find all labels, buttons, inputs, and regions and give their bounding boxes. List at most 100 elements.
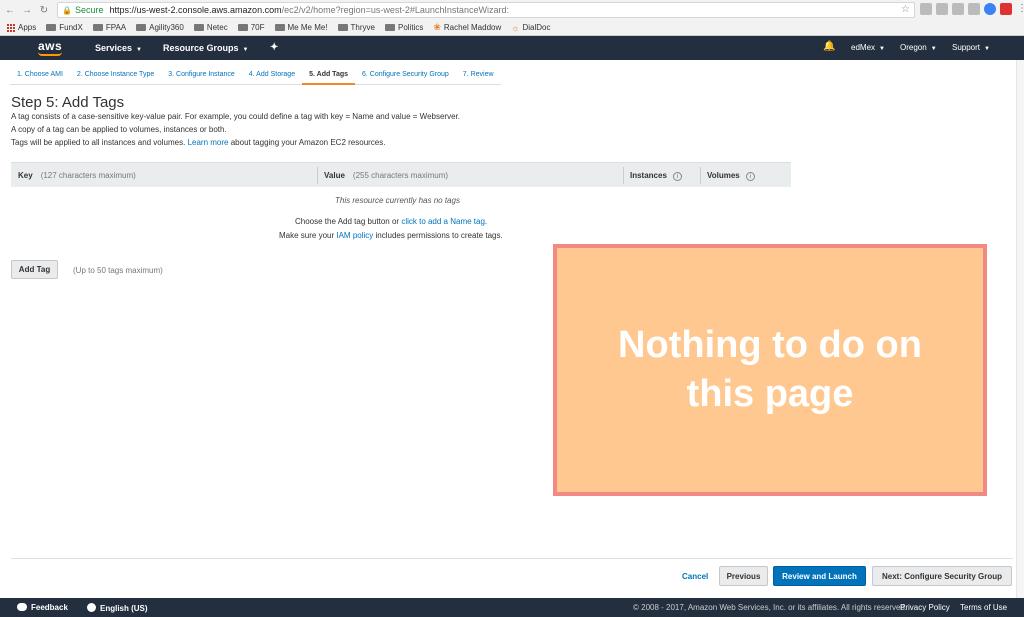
folder-icon [92, 24, 103, 31]
region-menu[interactable]: Oregon ▼ [900, 43, 937, 52]
tags-table-header: Key (127 characters maximum) Value (255 ch… [11, 162, 791, 187]
bookmarks-bar: Apps FundX FPAA Agility360 Netec 70F Me … [0, 20, 1024, 36]
language-selector[interactable]: English (US) [87, 603, 148, 613]
folder-icon [136, 24, 147, 31]
speech-bubble-icon [17, 603, 27, 611]
folder-icon [384, 24, 395, 31]
url-path: /ec2/v2/home?region=us-west-2#LaunchInst… [281, 5, 509, 15]
folder-icon [193, 24, 204, 31]
bookmark-apps[interactable]: Apps [6, 23, 36, 32]
empty-help-line: Choose the Add tag button or click to ad… [295, 217, 488, 226]
wizard-tab-choose-ami[interactable]: 1. Choose AMI [10, 68, 70, 85]
value-column-header: Value (255 characters maximum) [324, 171, 449, 180]
pin-icon[interactable]: ✦ [270, 42, 278, 53]
aws-logo-smile [38, 52, 62, 56]
wizard-tab-configure-instance[interactable]: 3. Configure Instance [161, 68, 242, 85]
user-menu[interactable]: edMex ▼ [851, 43, 885, 52]
chevron-down-icon: ▼ [930, 46, 937, 52]
bookmark-item[interactable]: FPAA [92, 23, 126, 32]
copyright-text: © 2008 - 2017, Amazon Web Services, Inc.… [633, 603, 908, 612]
add-name-tag-link[interactable]: click to add a Name tag [401, 217, 485, 226]
wizard-tab-choose-instance-type[interactable]: 2. Choose Instance Type [69, 68, 162, 85]
privacy-policy-link[interactable]: Privacy Policy [900, 603, 950, 612]
cancel-button[interactable]: Cancel [682, 572, 708, 581]
wizard-tab-configure-security-group[interactable]: 6. Configure Security Group [355, 68, 456, 85]
support-menu[interactable]: Support ▼ [952, 43, 990, 52]
folder-icon [274, 24, 285, 31]
bookmark-item[interactable]: FundX [46, 23, 83, 32]
chevron-down-icon: ▼ [984, 46, 990, 52]
forward-icon[interactable]: → [20, 3, 34, 17]
overlay-text: Nothing to do on this page [618, 324, 922, 415]
extension-icon[interactable] [952, 3, 964, 15]
aws-logo[interactable]: aws [38, 39, 62, 53]
bookmark-item[interactable]: ☼ DialDoc [511, 23, 550, 33]
extension-icon[interactable] [936, 3, 948, 15]
previous-button[interactable]: Previous [719, 566, 768, 586]
extension-icon[interactable] [1000, 3, 1012, 15]
iam-policy-link[interactable]: IAM policy [336, 231, 373, 240]
volumes-column-header: Volumes i [707, 171, 755, 181]
secure-label: Secure [74, 5, 104, 15]
bookmark-item[interactable]: ❀ Rachel Maddow [433, 22, 501, 33]
bookmark-item[interactable]: Agility360 [136, 23, 184, 32]
wizard-tab-review[interactable]: 7. Review [455, 68, 501, 85]
folder-icon [337, 24, 348, 31]
info-icon[interactable]: i [672, 172, 682, 181]
bookmark-star-icon[interactable]: ☆ [901, 4, 910, 15]
bookmark-item[interactable]: Me Me Me! [274, 23, 328, 32]
menu-dots-icon[interactable]: ⋮ [1016, 3, 1024, 15]
page-title: Step 5: Add Tags [11, 94, 125, 111]
column-divider [700, 167, 701, 184]
bookmark-item[interactable]: 70F [237, 23, 265, 32]
empty-table-message: This resource currently has no tags [335, 196, 460, 205]
extension-icon[interactable] [968, 3, 980, 15]
key-column-header: Key (127 characters maximum) [18, 171, 136, 180]
reload-icon[interactable]: ↻ [37, 3, 51, 17]
next-configure-security-group-button[interactable]: Next: Configure Security Group [872, 566, 1012, 586]
chevron-down-icon: ▼ [136, 47, 142, 53]
instances-column-header: Instances i [630, 171, 682, 181]
services-menu[interactable]: Services ▼ [95, 43, 142, 53]
bell-icon[interactable]: 🔔 [823, 41, 835, 52]
apps-grid-icon [6, 23, 15, 32]
description-line: Tags will be applied to all instances an… [11, 138, 386, 147]
aws-console-header: aws Services ▼ Resource Groups ▼ ✦ 🔔 edMex… [0, 36, 1024, 60]
page-scrollbar[interactable] [1016, 60, 1024, 598]
extension-icon[interactable] [984, 3, 996, 15]
add-tag-button[interactable]: Add Tag [11, 260, 58, 279]
wizard-steps: 1. Choose AMI 2. Choose Instance Type 3.… [10, 68, 501, 85]
add-tag-limit-note: (Up to 50 tags maximum) [73, 266, 163, 275]
folder-icon [237, 24, 248, 31]
extension-icons: ⋮ [920, 3, 1024, 15]
resource-groups-menu[interactable]: Resource Groups ▼ [163, 43, 248, 53]
url-host: https://us-west-2.console.aws.amazon.com [109, 5, 282, 15]
bookmark-item[interactable]: Thryve [337, 23, 375, 32]
info-icon[interactable]: i [745, 172, 755, 181]
footer-divider [11, 558, 1013, 559]
folder-icon [46, 24, 57, 31]
nbc-peacock-icon: ❀ [433, 22, 441, 32]
back-icon[interactable]: ← [3, 3, 17, 17]
address-bar[interactable]: 🔒 Secure https://us-west-2.console.aws.a… [57, 2, 915, 18]
chevron-down-icon: ▼ [879, 46, 885, 52]
feedback-button[interactable]: Feedback [17, 603, 68, 612]
bookmark-item[interactable]: Netec [193, 23, 228, 32]
extension-icon[interactable] [920, 3, 932, 15]
lock-icon: 🔒 [62, 5, 72, 15]
learn-more-link[interactable]: Learn more [188, 138, 229, 147]
chevron-down-icon: ▼ [242, 47, 249, 53]
column-divider [623, 167, 624, 184]
dialdoc-icon: ☼ [511, 22, 520, 33]
browser-toolbar: ← → ↻ 🔒 Secure https://us-west-2.console… [0, 0, 1024, 20]
terms-of-use-link[interactable]: Terms of Use [960, 603, 1007, 612]
bookmark-item[interactable]: Politics [384, 23, 423, 32]
wizard-tab-add-tags[interactable]: 5. Add Tags [302, 68, 356, 85]
review-and-launch-button[interactable]: Review and Launch [773, 566, 866, 586]
console-footer: Feedback English (US) © 2008 - 2017, Ama… [0, 598, 1024, 617]
wizard-tab-add-storage[interactable]: 4. Add Storage [241, 68, 303, 85]
empty-help-line: Make sure your IAM policy includes permi… [279, 231, 503, 240]
description-line: A copy of a tag can be applied to volume… [11, 125, 227, 134]
globe-icon [87, 603, 96, 612]
column-divider [317, 167, 318, 184]
